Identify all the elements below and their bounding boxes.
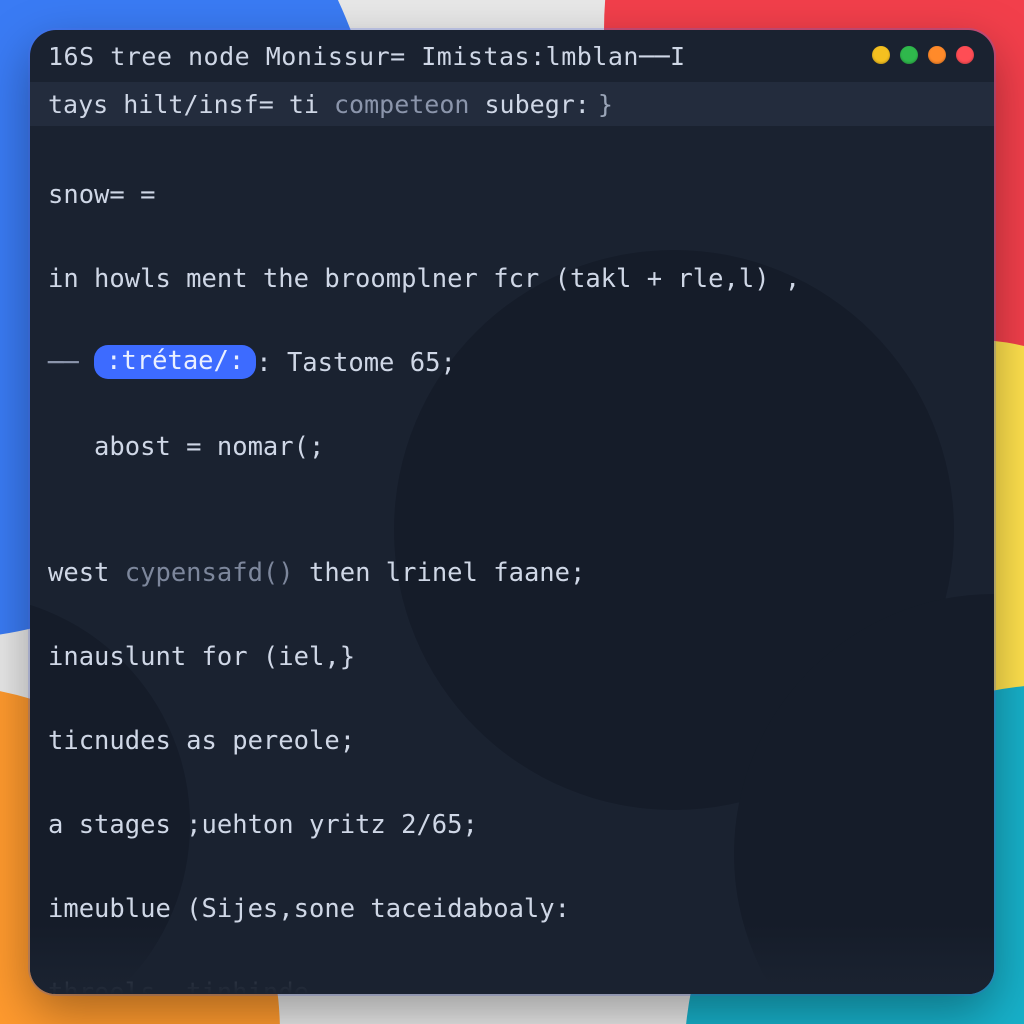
code-line: inauslunt for (iel,} xyxy=(48,636,976,678)
code-line: abost = nomar(; xyxy=(48,426,976,468)
tab-text: subegr: xyxy=(469,90,589,119)
code-line: in howls ment the broomplner fcr (takl +… xyxy=(48,258,976,300)
code-text: ticnudes as pereole; xyxy=(48,726,355,756)
code-text-dim: cypensafd() xyxy=(125,558,294,588)
code-text: snow= = xyxy=(48,180,155,210)
zoom-icon[interactable] xyxy=(900,46,918,64)
code-text: a stages ;uehton yritz 2/65; xyxy=(48,810,478,840)
code-text: abost = nomar(; xyxy=(48,432,324,462)
code-text: in howls ment the broomplner fcr (takl +… xyxy=(48,264,800,294)
code-line: ticnudes as pereole; xyxy=(48,720,976,762)
code-text: west xyxy=(48,558,125,588)
tab-text-dim: competeon xyxy=(334,90,469,119)
terminal-window[interactable]: 16S tree node Monissur= Imistas:lmblan──… xyxy=(30,30,994,994)
code-text: inauslunt for (iel,} xyxy=(48,642,355,672)
highlight-pill[interactable]: :trétae/: xyxy=(94,345,256,379)
window-controls xyxy=(872,46,974,64)
code-text: : Tastome 65; xyxy=(256,348,456,378)
brace-icon: } xyxy=(598,90,613,119)
code-line: ── :trétae/:: Tastome 65; xyxy=(48,342,976,384)
window-title: 16S tree node Monissur= Imistas:lmblan──… xyxy=(48,42,686,71)
minimize-icon[interactable] xyxy=(872,46,890,64)
titlebar[interactable]: 16S tree node Monissur= Imistas:lmblan──… xyxy=(30,30,994,82)
misc-icon[interactable] xyxy=(928,46,946,64)
code-line: west cypensafd() then lrinel faane; xyxy=(48,552,976,594)
code-text: then lrinel faane; xyxy=(294,558,586,588)
code-line: imeublue (Sijes,sone taceidaboaly: xyxy=(48,888,976,930)
close-icon[interactable] xyxy=(956,46,974,64)
tab-strip[interactable]: tays hilt/insf= ti competeon subegr:} xyxy=(30,82,994,126)
code-text: imeublue (Sijes,sone taceidaboaly: xyxy=(48,894,570,924)
code-line: throols, tinhinde, xyxy=(48,972,976,994)
tree-branch-icon: ── xyxy=(48,348,94,378)
code-text: throols, tinhinde, xyxy=(48,978,324,994)
tab-label: tays hilt/insf= ti competeon subegr:} xyxy=(48,90,613,119)
code-line: snow= = xyxy=(48,174,976,216)
tab-text: tays hilt/insf= ti xyxy=(48,90,334,119)
code-line: a stages ;uehton yritz 2/65; xyxy=(48,804,976,846)
terminal-content[interactable]: snow= = in howls ment the broomplner fcr… xyxy=(30,126,994,994)
